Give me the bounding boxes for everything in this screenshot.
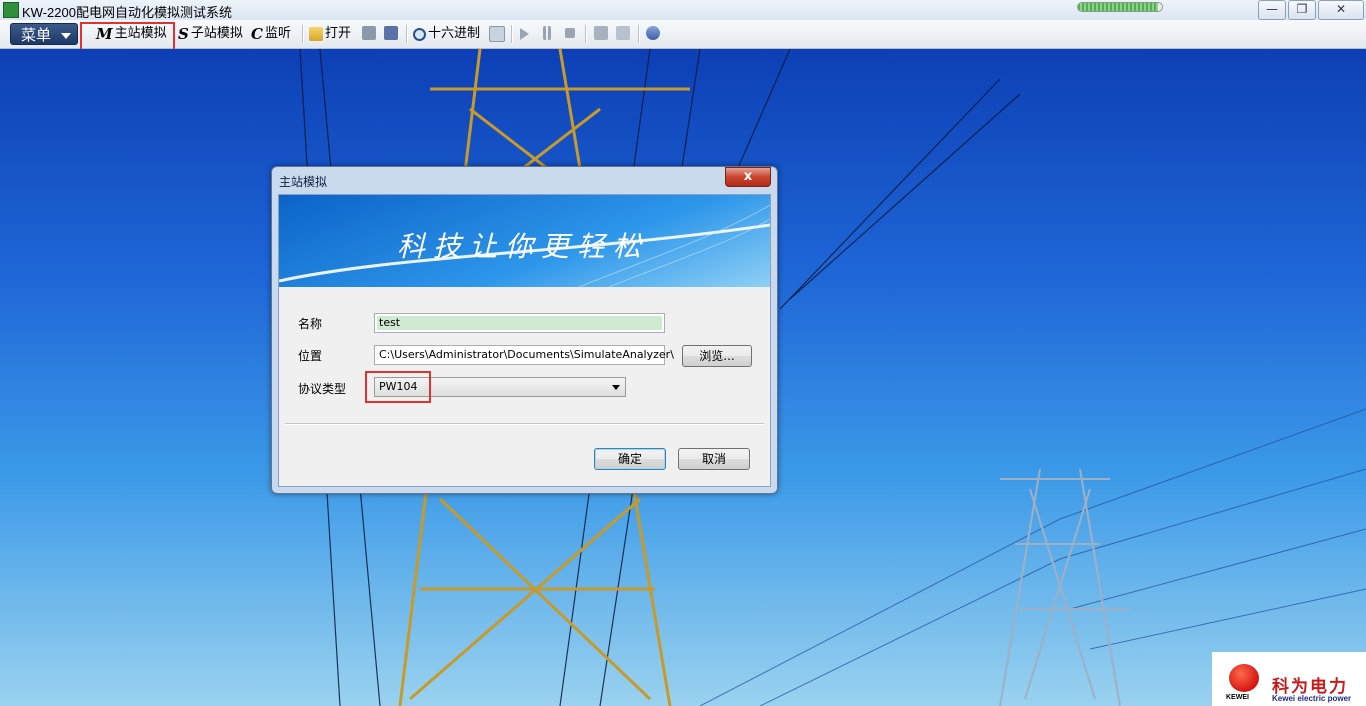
master-sim-highlight [80, 22, 175, 52]
toolbar-separator [406, 25, 407, 43]
title-progress-bar [1077, 2, 1163, 12]
name-input[interactable]: test [374, 313, 665, 333]
dialog-title: 主站模拟 [279, 175, 328, 189]
slave-sim-icon: S [178, 25, 189, 43]
menu-caret-icon [61, 33, 71, 39]
refresh-icon[interactable] [489, 26, 505, 42]
slave-sim-label: 子站模拟 [190, 26, 243, 41]
hex-button[interactable]: 十六进制 [413, 24, 480, 44]
name-value: test [377, 316, 662, 330]
stop-icon[interactable] [565, 28, 575, 38]
monitor-icon: C [251, 25, 263, 43]
minimize-button[interactable]: — [1258, 0, 1286, 20]
ok-button[interactable]: 确定 [594, 448, 666, 470]
location-label: 位置 [298, 349, 323, 363]
open-label: 打开 [325, 26, 352, 41]
restore-button[interactable]: ❐ [1288, 0, 1316, 20]
app-title: KW-2200配电网自动化模拟测试系统 [22, 5, 232, 20]
title-bar: KW-2200配电网自动化模拟测试系统 — ❐ ✕ [0, 0, 1366, 20]
chevron-down-icon [612, 385, 620, 390]
save-all-icon[interactable] [384, 26, 398, 40]
pause-icon[interactable] [543, 26, 551, 40]
toolbar-separator [511, 25, 512, 43]
play-icon[interactable] [520, 28, 529, 40]
close-button[interactable]: ✕ [1318, 0, 1364, 20]
logo-name-en: Kewei electric power [1272, 694, 1352, 703]
dialog-banner: 科技让你更轻松 [279, 195, 770, 287]
location-input[interactable]: C:\Users\Administrator\Documents\Simulat… [374, 345, 674, 365]
hex-label: 十六进制 [428, 26, 481, 41]
dialog-divider [285, 423, 764, 425]
slave-sim-button[interactable]: S 子站模拟 [178, 24, 243, 44]
save-icon[interactable] [362, 26, 376, 40]
open-button[interactable]: 打开 [309, 24, 351, 44]
logo-badge-text: KEWEI [1226, 694, 1249, 701]
logo-mark-icon [1229, 664, 1259, 692]
company-logo: KEWEI 科为电力 Kewei electric power [1212, 652, 1366, 706]
folder-icon [309, 27, 323, 41]
menu-label: 菜单 [21, 26, 52, 44]
app-icon [3, 2, 19, 18]
magnifier-icon [413, 27, 426, 41]
dialog-body: 科技让你更轻松 名称 test 位置 C:\Users\Administrato… [278, 194, 771, 487]
monitor-button[interactable]: C 监听 [251, 24, 291, 44]
about-icon[interactable] [646, 26, 660, 40]
cancel-button[interactable]: 取消 [678, 448, 750, 470]
export-icon[interactable] [594, 26, 608, 40]
menu-button[interactable]: 菜单 [10, 23, 78, 45]
dialog-close-button[interactable]: x [725, 167, 771, 187]
monitor-label: 监听 [264, 26, 291, 41]
toolbar-separator [585, 25, 586, 43]
banner-slogan: 科技让你更轻松 [397, 230, 650, 263]
master-sim-dialog: 主站模拟 x 科技让你更轻松 名称 test 位置 C:\Users\Admin… [271, 166, 778, 494]
browse-button[interactable]: 浏览... [682, 345, 752, 367]
protocol-label: 协议类型 [298, 382, 347, 396]
name-label: 名称 [298, 317, 323, 331]
toolbar: 菜单 M 主站模拟 S 子站模拟 C 监听 打开 十六进制 [0, 20, 1366, 64]
mail-icon[interactable] [616, 26, 630, 40]
protocol-highlight [365, 371, 431, 403]
toolbar-separator [638, 25, 639, 43]
toolbar-separator [302, 25, 303, 43]
